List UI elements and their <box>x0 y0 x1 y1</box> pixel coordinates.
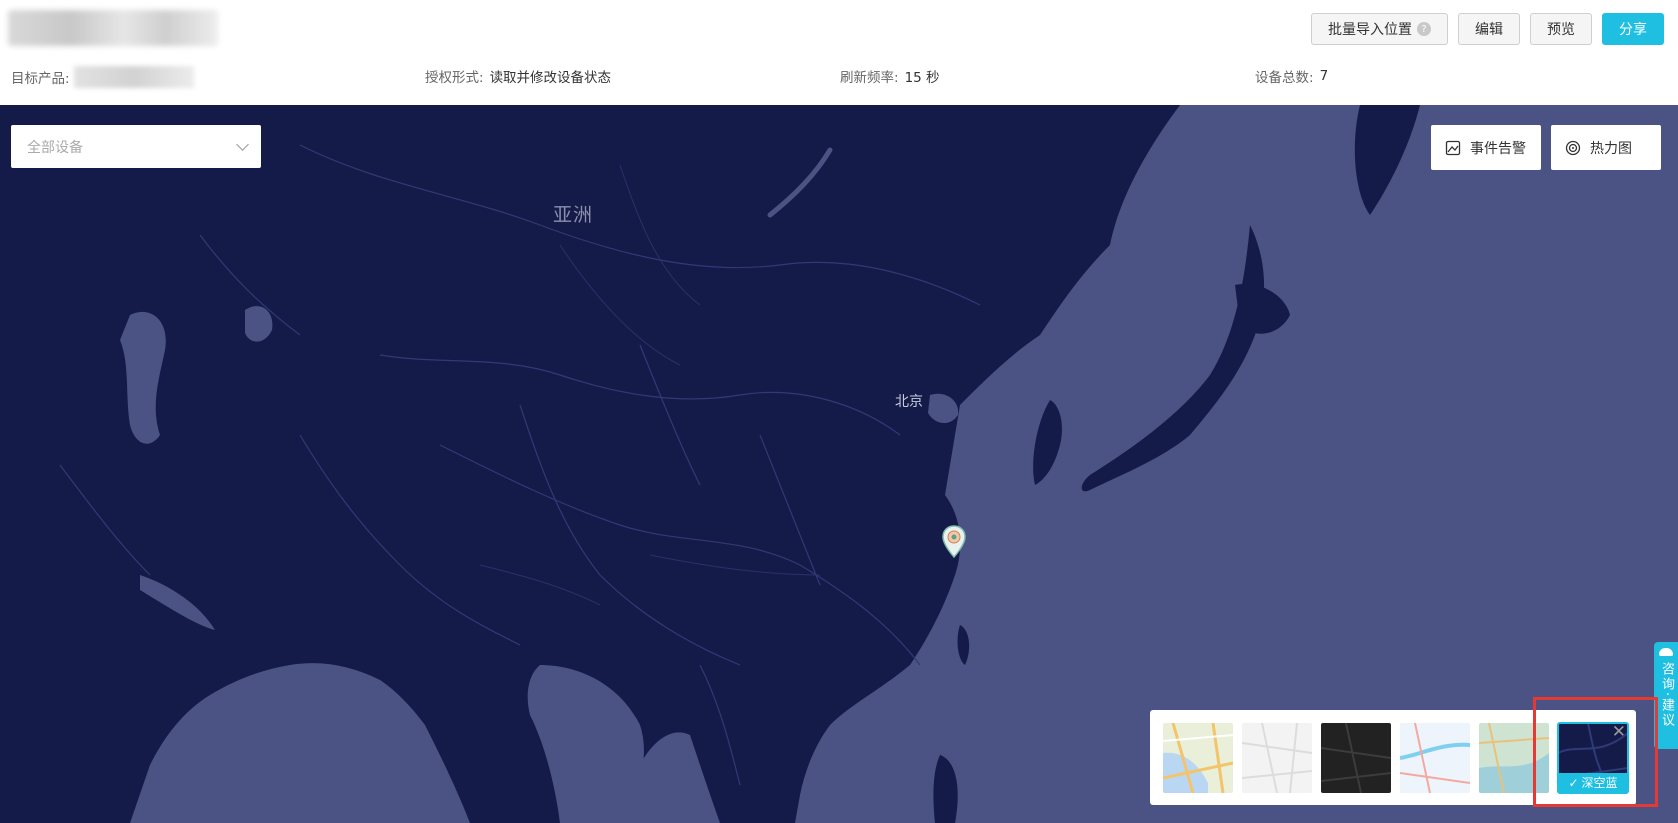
event-alarm-label: 事件告警 <box>1470 140 1526 157</box>
map-style-standard[interactable] <box>1163 722 1233 793</box>
count-value: 7 <box>1319 68 1329 84</box>
product-label: 目标产品: <box>11 71 70 87</box>
feedback-label: 咨询·建议 <box>1659 662 1674 729</box>
chevron-down-icon <box>236 137 249 151</box>
alarm-image-icon <box>1445 140 1461 155</box>
map-style-fresh[interactable] <box>1400 722 1470 793</box>
map-style-light[interactable] <box>1242 722 1312 793</box>
continent-label: 亚洲 <box>553 204 594 226</box>
share-button[interactable]: 分享 <box>1602 13 1664 45</box>
landmass-korea <box>1033 400 1062 485</box>
map-dark-thumb <box>1321 722 1391 793</box>
map-style-panel: ✓ 深空蓝 ✕ <box>1150 710 1636 805</box>
product-value-redacted <box>73 66 194 88</box>
feedback-tab[interactable]: 咨询·建议 <box>1654 642 1678 749</box>
city-label: 北京 <box>895 394 923 410</box>
arabian-sea <box>220 701 430 823</box>
meta-device-count: 设备总数: 7 <box>1255 66 1328 86</box>
meta-refresh: 刷新频率: 15 秒 <box>840 66 940 86</box>
meta-product: 目标产品: <box>11 66 194 88</box>
auth-value: 读取并修改设备状态 <box>489 70 612 86</box>
landmass-hokkaido <box>1235 284 1290 334</box>
checkmark-icon: ✓ <box>1568 775 1579 790</box>
landmass-kamchatka <box>1354 105 1420 215</box>
page-header: 批量导入位置 ? 编辑 预览 分享 目标产品: 授权形式: 读取并修改设备状态 … <box>0 0 1678 105</box>
map-light-thumb <box>1242 722 1312 793</box>
meta-auth: 授权形式: 读取并修改设备状态 <box>425 66 611 86</box>
heatmap-label: 热力图 <box>1590 140 1632 157</box>
map-satellite-thumb <box>1479 722 1549 793</box>
selected-style-badge: ✓ 深空蓝 <box>1558 772 1628 793</box>
refresh-label: 刷新频率: <box>840 70 899 86</box>
map-standard-thumb <box>1163 722 1233 793</box>
batch-import-button[interactable]: 批量导入位置 ? <box>1311 13 1448 45</box>
page-title-redacted <box>8 10 218 46</box>
heatmap-icon <box>1565 140 1581 155</box>
landmass-taiwan <box>957 625 970 665</box>
map-style-dark[interactable] <box>1321 722 1391 793</box>
map-fresh-thumb <box>1400 722 1470 793</box>
feedback-icon <box>1659 648 1673 656</box>
header-actions: 批量导入位置 ? 编辑 预览 分享 <box>1311 13 1664 45</box>
device-select[interactable]: 全部设备 <box>11 125 261 168</box>
device-marker-icon[interactable] <box>941 525 967 559</box>
count-label: 设备总数: <box>1255 70 1314 86</box>
landmass-japan <box>1081 225 1265 492</box>
heatmap-button[interactable]: 热力图 <box>1551 125 1661 170</box>
landmass-philippines <box>933 755 958 823</box>
edit-button[interactable]: 编辑 <box>1458 13 1520 45</box>
event-alarm-button[interactable]: 事件告警 <box>1431 125 1541 170</box>
device-select-placeholder: 全部设备 <box>27 139 83 156</box>
close-icon[interactable]: ✕ <box>1612 722 1626 742</box>
preview-button[interactable]: 预览 <box>1530 13 1592 45</box>
selected-style-label: 深空蓝 <box>1581 776 1618 790</box>
batch-import-label: 批量导入位置 <box>1328 22 1412 38</box>
map-style-satellite[interactable] <box>1479 722 1549 793</box>
help-icon[interactable]: ? <box>1417 22 1431 36</box>
auth-label: 授权形式: <box>425 70 484 86</box>
refresh-value: 15 秒 <box>904 70 940 86</box>
